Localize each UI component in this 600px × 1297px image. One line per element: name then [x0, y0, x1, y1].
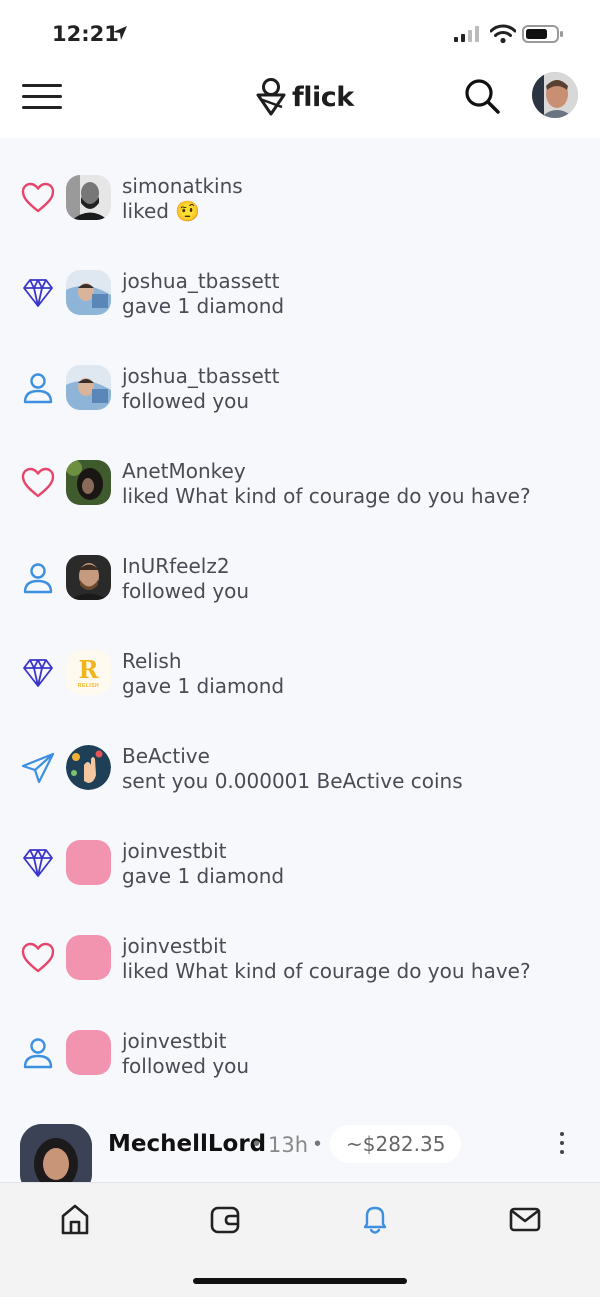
cellular-signal-icon: [454, 26, 479, 42]
diamond-icon: [23, 279, 53, 307]
separator-dot: •: [253, 1133, 261, 1155]
nav-notifications-button[interactable]: [355, 1199, 395, 1239]
logo-text: flick: [292, 81, 354, 113]
list-item[interactable]: joinvestbit liked What kind of courage d…: [0, 908, 600, 1003]
avatar[interactable]: [66, 270, 111, 315]
notification-action: sent you 0.000001 BeActive coins: [122, 769, 463, 793]
avatar-placeholder[interactable]: [66, 1030, 111, 1075]
post-author-name[interactable]: MechellLord: [108, 1131, 266, 1157]
list-item[interactable]: joshua_tbassett followed you: [0, 338, 600, 433]
notification-list: simonatkins liked 🤨 joshua_tbassett gave…: [0, 148, 600, 1098]
notification-action: liked 🤨: [122, 199, 201, 223]
post-preview[interactable]: MechellLord • 13h • ~$282.35: [0, 1092, 600, 1196]
notification-username[interactable]: BeActive: [122, 744, 210, 768]
notification-username[interactable]: joshua_tbassett: [122, 269, 279, 293]
list-item[interactable]: simonatkins liked 🤨: [0, 148, 600, 243]
flick-logo-icon: [256, 78, 286, 116]
list-item[interactable]: R RELISH Relish gave 1 diamond: [0, 623, 600, 718]
notification-action: gave 1 diamond: [122, 294, 285, 318]
send-icon: [21, 752, 55, 784]
notification-username[interactable]: AnetMonkey: [122, 459, 246, 483]
app-header: flick: [0, 66, 600, 138]
status-time: 12:21: [52, 22, 119, 46]
menu-line: [22, 106, 62, 109]
nav-home-button[interactable]: [55, 1199, 95, 1239]
profile-avatar[interactable]: [532, 72, 578, 118]
notification-action: gave 1 diamond: [122, 864, 285, 888]
relish-logo-subtext: RELISH: [77, 682, 100, 689]
notification-username[interactable]: joshua_tbassett: [122, 364, 279, 388]
list-item[interactable]: joinvestbit followed you: [0, 1003, 600, 1098]
notification-username[interactable]: joinvestbit: [122, 934, 227, 958]
more-dot: [560, 1150, 564, 1154]
battery-icon: [522, 25, 563, 43]
mail-icon: [509, 1207, 541, 1232]
status-bar: 12:21: [0, 0, 600, 66]
heart-icon: [21, 467, 55, 498]
search-icon[interactable]: [462, 76, 502, 116]
person-icon: [23, 373, 53, 404]
notification-username[interactable]: simonatkins: [122, 174, 243, 198]
notification-username[interactable]: InURfeelz2: [122, 554, 230, 578]
avatar[interactable]: [66, 555, 111, 600]
bell-icon: [363, 1206, 387, 1234]
notification-username[interactable]: joinvestbit: [122, 839, 227, 863]
app-logo[interactable]: flick: [254, 74, 354, 120]
person-icon: [23, 563, 53, 594]
home-icon: [61, 1204, 89, 1235]
beactive-logo-avatar[interactable]: [66, 745, 111, 790]
list-item[interactable]: joshua_tbassett gave 1 diamond: [0, 243, 600, 338]
wallet-icon: [210, 1206, 240, 1234]
more-dot: [560, 1132, 564, 1136]
diamond-icon: [23, 849, 53, 877]
relish-logo-avatar[interactable]: R RELISH: [66, 650, 111, 695]
notification-action: followed you: [122, 1054, 250, 1078]
avatar[interactable]: [66, 175, 111, 220]
notification-action: gave 1 diamond: [122, 674, 285, 698]
diamond-icon: [23, 659, 53, 687]
menu-line: [22, 84, 62, 87]
post-value-badge: ~$282.35: [330, 1125, 462, 1163]
more-options-icon[interactable]: [560, 1132, 570, 1159]
menu-line: [22, 95, 62, 98]
notification-action: followed you: [122, 579, 250, 603]
wifi-icon: [490, 24, 516, 44]
location-arrow-icon: [113, 26, 127, 40]
notification-username[interactable]: joinvestbit: [122, 1029, 227, 1053]
avatar[interactable]: [66, 460, 111, 505]
list-item[interactable]: BeActive sent you 0.000001 BeActive coin…: [0, 718, 600, 813]
notification-username[interactable]: Relish: [122, 649, 182, 673]
avatar[interactable]: [66, 365, 111, 410]
menu-button[interactable]: [22, 84, 64, 114]
avatar-placeholder[interactable]: [66, 935, 111, 980]
list-item[interactable]: joinvestbit gave 1 diamond: [0, 813, 600, 908]
bottom-nav: [0, 1182, 600, 1297]
separator-dot: •: [314, 1133, 322, 1155]
notification-action: liked What kind of courage do you have?: [122, 959, 531, 983]
post-time: 13h: [268, 1133, 309, 1157]
nav-messages-button[interactable]: [505, 1199, 545, 1239]
more-dot: [560, 1141, 564, 1145]
nav-wallet-button[interactable]: [205, 1199, 245, 1239]
list-item[interactable]: InURfeelz2 followed you: [0, 528, 600, 623]
notification-action: liked What kind of courage do you have?: [122, 484, 531, 508]
person-icon: [23, 1038, 53, 1069]
heart-icon: [21, 942, 55, 973]
list-item[interactable]: AnetMonkey liked What kind of courage do…: [0, 433, 600, 528]
notification-action: followed you: [122, 389, 250, 413]
relish-logo-letter: R: [78, 654, 99, 684]
home-indicator: [193, 1278, 407, 1284]
avatar-placeholder[interactable]: [66, 840, 111, 885]
heart-icon: [21, 182, 55, 213]
